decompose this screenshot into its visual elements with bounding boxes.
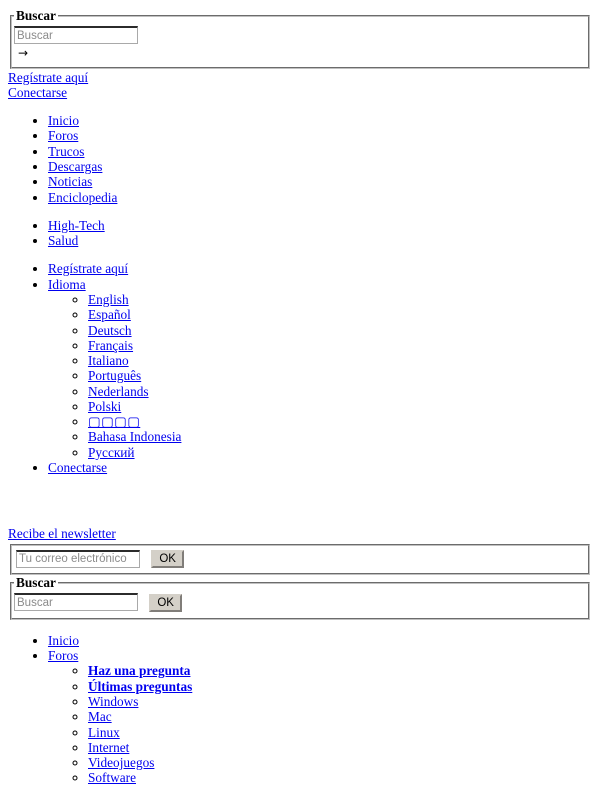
forum-link-internet[interactable]: Internet (88, 740, 129, 755)
list-item: Enciclopedia (48, 190, 592, 205)
forum-link-mac[interactable]: Mac (88, 709, 112, 724)
top-search-fieldset: Buscar → (10, 8, 590, 69)
list-item: English (88, 292, 592, 307)
newsletter-email-input[interactable] (16, 549, 140, 568)
arrow-right-icon[interactable]: → (18, 47, 28, 59)
language-item-cjk[interactable]: ▢▢▢▢ (88, 414, 140, 429)
list-item: Bahasa Indonesia (88, 429, 592, 444)
language-item-russkij[interactable]: Русский (88, 445, 135, 460)
language-list: English Español Deutsch Français Italian… (48, 292, 592, 460)
main-nav-primary: Inicio Foros Trucos Descargas Noticias E… (8, 113, 592, 205)
list-item: Noticias (48, 174, 592, 189)
list-item: Italiano (88, 353, 592, 368)
top-search-submit-row: → (14, 44, 586, 60)
list-item: Mac (88, 709, 592, 724)
login-link[interactable]: Conectarse (8, 85, 592, 100)
list-item: Inicio (48, 633, 592, 648)
newsletter-title-link[interactable]: Recibe el newsletter (8, 526, 116, 541)
list-item: Foros (48, 128, 592, 143)
search-input[interactable] (14, 26, 138, 45)
list-item: Descargas (48, 159, 592, 174)
list-item: Русский (88, 445, 592, 460)
bottom-search-fieldset: Buscar OK (10, 575, 590, 620)
list-item: Conectarse (48, 460, 592, 475)
footer-item-inicio[interactable]: Inicio (48, 633, 79, 648)
list-item: Videojuegos (88, 755, 592, 770)
list-item: Haz una pregunta (88, 663, 592, 678)
newsletter-submit-button[interactable]: OK (151, 550, 184, 569)
bottom-search-submit-button[interactable]: OK (149, 593, 182, 612)
list-item: Español (88, 307, 592, 322)
list-item: Salud (48, 233, 592, 248)
nav-item-foros[interactable]: Foros (48, 128, 78, 143)
language-item-francais[interactable]: Français (88, 338, 133, 353)
language-item-nederlands[interactable]: Nederlands (88, 384, 149, 399)
newsletter-form: OK (10, 543, 590, 576)
bottom-search-legend: Buscar (16, 575, 56, 591)
list-item: Inicio (48, 113, 592, 128)
list-item: Software (88, 770, 592, 785)
nav-item-descargas[interactable]: Descargas (48, 159, 102, 174)
forum-link-ultimas-preguntas[interactable]: Últimas preguntas (88, 679, 192, 694)
list-item: ▢▢▢▢ (88, 414, 592, 429)
nav-register-link[interactable]: Regístrate aquí (48, 261, 128, 276)
top-search-legend: Buscar (16, 8, 56, 23)
list-item: Français (88, 338, 592, 353)
nav-item-high-tech[interactable]: High-Tech (48, 218, 105, 233)
main-nav-secondary: High-Tech Salud (8, 218, 592, 249)
list-item: High-Tech (48, 218, 592, 233)
language-item-bahasa-indonesia[interactable]: Bahasa Indonesia (88, 429, 181, 444)
language-item-deutsch[interactable]: Deutsch (88, 323, 132, 338)
nav-item-trucos[interactable]: Trucos (48, 144, 84, 159)
account-links: Regístrate aquí Conectarse (8, 70, 592, 101)
language-item-polski[interactable]: Polski (88, 399, 121, 414)
list-item: Linux (88, 725, 592, 740)
nav-item-salud[interactable]: Salud (48, 233, 78, 248)
list-item: Internet (88, 740, 592, 755)
language-item-portugues[interactable]: Português (88, 368, 141, 383)
list-item: Foros Haz una pregunta Últimas preguntas… (48, 648, 592, 786)
list-item: Deutsch (88, 323, 592, 338)
nav-item-noticias[interactable]: Noticias (48, 174, 92, 189)
register-link[interactable]: Regístrate aquí (8, 70, 592, 85)
language-item-espanol[interactable]: Español (88, 307, 131, 322)
bottom-search-input[interactable] (14, 593, 138, 612)
top-search-row (14, 26, 586, 45)
list-item: Idioma English Español Deutsch Français … (48, 277, 592, 460)
footer-item-foros[interactable]: Foros (48, 648, 78, 663)
list-item: Polski (88, 399, 592, 414)
main-nav-account: Regístrate aquí Idioma English Español D… (8, 261, 592, 475)
forum-link-haz-una-pregunta[interactable]: Haz una pregunta (88, 663, 190, 678)
list-item: Regístrate aquí (48, 261, 592, 276)
footer-forum-sublist: Haz una pregunta Últimas preguntas Windo… (48, 663, 592, 785)
list-item: Nederlands (88, 384, 592, 399)
nav-language-link[interactable]: Idioma (48, 277, 86, 292)
forum-link-software[interactable]: Software (88, 770, 136, 785)
newsletter-title-row: Recibe el newsletter (8, 526, 592, 541)
footer-nav: Inicio Foros Haz una pregunta Últimas pr… (8, 633, 592, 786)
list-item: Windows (88, 694, 592, 709)
language-item-italiano[interactable]: Italiano (88, 353, 129, 368)
list-item: Trucos (48, 144, 592, 159)
forum-link-windows[interactable]: Windows (88, 694, 138, 709)
forum-link-videojuegos[interactable]: Videojuegos (88, 755, 154, 770)
list-item: Português (88, 368, 592, 383)
nav-login-link[interactable]: Conectarse (48, 460, 107, 475)
nav-item-inicio[interactable]: Inicio (48, 113, 79, 128)
list-item: Últimas preguntas (88, 679, 592, 694)
nav-item-enciclopedia[interactable]: Enciclopedia (48, 190, 117, 205)
language-item-english[interactable]: English (88, 292, 129, 307)
forum-link-linux[interactable]: Linux (88, 725, 120, 740)
